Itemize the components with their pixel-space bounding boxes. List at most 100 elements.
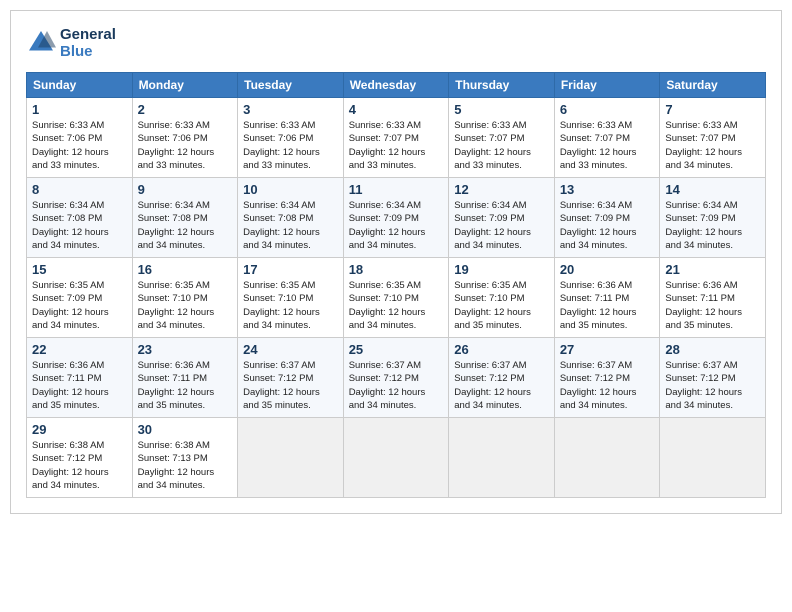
- calendar-cell: 16 Sunrise: 6:35 AM Sunset: 7:10 PM Dayl…: [132, 258, 238, 338]
- calendar-cell: 28 Sunrise: 6:37 AM Sunset: 7:12 PM Dayl…: [660, 338, 766, 418]
- day-info: Sunrise: 6:34 AM Sunset: 7:09 PM Dayligh…: [560, 199, 655, 252]
- day-info: Sunrise: 6:37 AM Sunset: 7:12 PM Dayligh…: [349, 359, 444, 412]
- day-number: 21: [665, 262, 760, 277]
- day-number: 27: [560, 342, 655, 357]
- calendar-page: General Blue SundayMondayTuesdayWednesda…: [10, 10, 782, 514]
- calendar-cell: 14 Sunrise: 6:34 AM Sunset: 7:09 PM Dayl…: [660, 178, 766, 258]
- day-info: Sunrise: 6:36 AM Sunset: 7:11 PM Dayligh…: [560, 279, 655, 332]
- calendar-cell: 7 Sunrise: 6:33 AM Sunset: 7:07 PM Dayli…: [660, 98, 766, 178]
- day-number: 3: [243, 102, 338, 117]
- day-number: 12: [454, 182, 549, 197]
- day-info: Sunrise: 6:34 AM Sunset: 7:08 PM Dayligh…: [138, 199, 233, 252]
- calendar-cell: 15 Sunrise: 6:35 AM Sunset: 7:09 PM Dayl…: [27, 258, 133, 338]
- day-number: 6: [560, 102, 655, 117]
- day-number: 1: [32, 102, 127, 117]
- day-info: Sunrise: 6:34 AM Sunset: 7:09 PM Dayligh…: [665, 199, 760, 252]
- day-number: 14: [665, 182, 760, 197]
- day-number: 17: [243, 262, 338, 277]
- weekday-header-saturday: Saturday: [660, 73, 766, 98]
- logo-text: General Blue: [60, 26, 116, 60]
- week-row-5: 29 Sunrise: 6:38 AM Sunset: 7:12 PM Dayl…: [27, 418, 766, 498]
- day-info: Sunrise: 6:33 AM Sunset: 7:07 PM Dayligh…: [349, 119, 444, 172]
- calendar-cell: 8 Sunrise: 6:34 AM Sunset: 7:08 PM Dayli…: [27, 178, 133, 258]
- calendar-cell: 4 Sunrise: 6:33 AM Sunset: 7:07 PM Dayli…: [343, 98, 449, 178]
- day-info: Sunrise: 6:37 AM Sunset: 7:12 PM Dayligh…: [454, 359, 549, 412]
- day-number: 10: [243, 182, 338, 197]
- calendar-table: SundayMondayTuesdayWednesdayThursdayFrid…: [26, 72, 766, 498]
- calendar-cell: [449, 418, 555, 498]
- calendar-cell: 19 Sunrise: 6:35 AM Sunset: 7:10 PM Dayl…: [449, 258, 555, 338]
- day-number: 9: [138, 182, 233, 197]
- calendar-cell: 6 Sunrise: 6:33 AM Sunset: 7:07 PM Dayli…: [554, 98, 660, 178]
- day-info: Sunrise: 6:33 AM Sunset: 7:07 PM Dayligh…: [560, 119, 655, 172]
- day-number: 13: [560, 182, 655, 197]
- calendar-cell: 30 Sunrise: 6:38 AM Sunset: 7:13 PM Dayl…: [132, 418, 238, 498]
- weekday-header-monday: Monday: [132, 73, 238, 98]
- day-number: 8: [32, 182, 127, 197]
- day-info: Sunrise: 6:33 AM Sunset: 7:06 PM Dayligh…: [138, 119, 233, 172]
- day-number: 25: [349, 342, 444, 357]
- calendar-cell: 11 Sunrise: 6:34 AM Sunset: 7:09 PM Dayl…: [343, 178, 449, 258]
- calendar-cell: 17 Sunrise: 6:35 AM Sunset: 7:10 PM Dayl…: [238, 258, 344, 338]
- day-number: 11: [349, 182, 444, 197]
- calendar-cell: 23 Sunrise: 6:36 AM Sunset: 7:11 PM Dayl…: [132, 338, 238, 418]
- day-info: Sunrise: 6:34 AM Sunset: 7:08 PM Dayligh…: [243, 199, 338, 252]
- calendar-cell: 27 Sunrise: 6:37 AM Sunset: 7:12 PM Dayl…: [554, 338, 660, 418]
- day-info: Sunrise: 6:38 AM Sunset: 7:13 PM Dayligh…: [138, 439, 233, 492]
- day-info: Sunrise: 6:34 AM Sunset: 7:08 PM Dayligh…: [32, 199, 127, 252]
- calendar-cell: 21 Sunrise: 6:36 AM Sunset: 7:11 PM Dayl…: [660, 258, 766, 338]
- day-info: Sunrise: 6:37 AM Sunset: 7:12 PM Dayligh…: [665, 359, 760, 412]
- day-info: Sunrise: 6:33 AM Sunset: 7:07 PM Dayligh…: [454, 119, 549, 172]
- day-number: 29: [32, 422, 127, 437]
- day-number: 15: [32, 262, 127, 277]
- day-info: Sunrise: 6:35 AM Sunset: 7:10 PM Dayligh…: [454, 279, 549, 332]
- day-number: 4: [349, 102, 444, 117]
- day-number: 26: [454, 342, 549, 357]
- calendar-cell: 26 Sunrise: 6:37 AM Sunset: 7:12 PM Dayl…: [449, 338, 555, 418]
- calendar-cell: [660, 418, 766, 498]
- day-info: Sunrise: 6:35 AM Sunset: 7:10 PM Dayligh…: [138, 279, 233, 332]
- calendar-cell: [554, 418, 660, 498]
- day-info: Sunrise: 6:33 AM Sunset: 7:06 PM Dayligh…: [243, 119, 338, 172]
- calendar-cell: 2 Sunrise: 6:33 AM Sunset: 7:06 PM Dayli…: [132, 98, 238, 178]
- weekday-header-sunday: Sunday: [27, 73, 133, 98]
- calendar-cell: 13 Sunrise: 6:34 AM Sunset: 7:09 PM Dayl…: [554, 178, 660, 258]
- calendar-cell: 25 Sunrise: 6:37 AM Sunset: 7:12 PM Dayl…: [343, 338, 449, 418]
- calendar-cell: 10 Sunrise: 6:34 AM Sunset: 7:08 PM Dayl…: [238, 178, 344, 258]
- week-row-2: 8 Sunrise: 6:34 AM Sunset: 7:08 PM Dayli…: [27, 178, 766, 258]
- calendar-cell: [238, 418, 344, 498]
- day-info: Sunrise: 6:37 AM Sunset: 7:12 PM Dayligh…: [243, 359, 338, 412]
- weekday-header-friday: Friday: [554, 73, 660, 98]
- day-number: 18: [349, 262, 444, 277]
- day-info: Sunrise: 6:33 AM Sunset: 7:06 PM Dayligh…: [32, 119, 127, 172]
- logo-icon: [26, 28, 56, 58]
- weekday-header-tuesday: Tuesday: [238, 73, 344, 98]
- day-info: Sunrise: 6:35 AM Sunset: 7:10 PM Dayligh…: [349, 279, 444, 332]
- day-info: Sunrise: 6:33 AM Sunset: 7:07 PM Dayligh…: [665, 119, 760, 172]
- day-info: Sunrise: 6:34 AM Sunset: 7:09 PM Dayligh…: [454, 199, 549, 252]
- day-number: 20: [560, 262, 655, 277]
- day-info: Sunrise: 6:38 AM Sunset: 7:12 PM Dayligh…: [32, 439, 127, 492]
- calendar-cell: 24 Sunrise: 6:37 AM Sunset: 7:12 PM Dayl…: [238, 338, 344, 418]
- day-info: Sunrise: 6:37 AM Sunset: 7:12 PM Dayligh…: [560, 359, 655, 412]
- day-info: Sunrise: 6:34 AM Sunset: 7:09 PM Dayligh…: [349, 199, 444, 252]
- day-info: Sunrise: 6:35 AM Sunset: 7:09 PM Dayligh…: [32, 279, 127, 332]
- calendar-cell: 1 Sunrise: 6:33 AM Sunset: 7:06 PM Dayli…: [27, 98, 133, 178]
- day-number: 24: [243, 342, 338, 357]
- week-row-4: 22 Sunrise: 6:36 AM Sunset: 7:11 PM Dayl…: [27, 338, 766, 418]
- calendar-cell: 20 Sunrise: 6:36 AM Sunset: 7:11 PM Dayl…: [554, 258, 660, 338]
- day-number: 19: [454, 262, 549, 277]
- calendar-cell: 9 Sunrise: 6:34 AM Sunset: 7:08 PM Dayli…: [132, 178, 238, 258]
- day-number: 16: [138, 262, 233, 277]
- calendar-cell: 12 Sunrise: 6:34 AM Sunset: 7:09 PM Dayl…: [449, 178, 555, 258]
- week-row-1: 1 Sunrise: 6:33 AM Sunset: 7:06 PM Dayli…: [27, 98, 766, 178]
- weekday-header-thursday: Thursday: [449, 73, 555, 98]
- calendar-cell: 5 Sunrise: 6:33 AM Sunset: 7:07 PM Dayli…: [449, 98, 555, 178]
- logo: General Blue: [26, 26, 116, 60]
- day-number: 7: [665, 102, 760, 117]
- calendar-cell: 3 Sunrise: 6:33 AM Sunset: 7:06 PM Dayli…: [238, 98, 344, 178]
- calendar-cell: 29 Sunrise: 6:38 AM Sunset: 7:12 PM Dayl…: [27, 418, 133, 498]
- header: General Blue: [26, 26, 766, 60]
- day-info: Sunrise: 6:36 AM Sunset: 7:11 PM Dayligh…: [665, 279, 760, 332]
- day-number: 23: [138, 342, 233, 357]
